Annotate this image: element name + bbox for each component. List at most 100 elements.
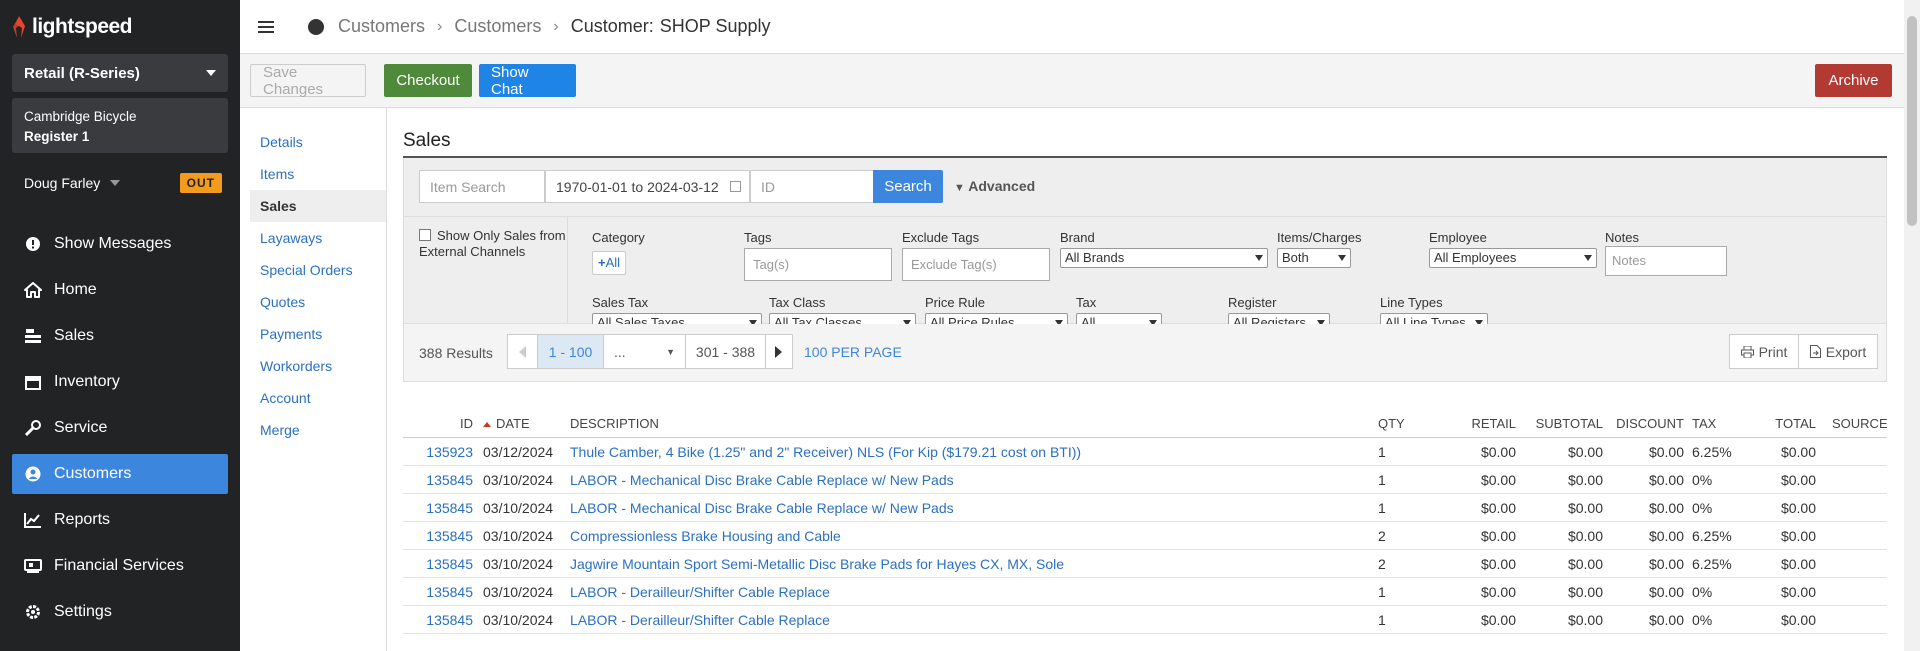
divider: [404, 216, 1886, 217]
subnav-workorders[interactable]: Workorders: [250, 350, 386, 382]
subnav-items[interactable]: Items: [250, 158, 386, 190]
col-tax[interactable]: TAX: [1684, 416, 1760, 431]
subnav-layaways[interactable]: Layaways: [250, 222, 386, 254]
nav-sales[interactable]: Sales: [12, 316, 228, 356]
print-button[interactable]: Print: [1729, 334, 1799, 369]
subnav-special-orders[interactable]: Special Orders: [250, 254, 386, 286]
cell-id[interactable]: 135845: [403, 528, 473, 544]
save-changes-button[interactable]: Save Changes: [250, 64, 366, 98]
cell-description[interactable]: LABOR - Mechanical Disc Brake Cable Repl…: [563, 500, 1368, 516]
scrollbar-thumb[interactable]: [1907, 16, 1917, 226]
subnav-quotes[interactable]: Quotes: [250, 286, 386, 318]
breadcrumb-current-customer: SHOP Supply: [659, 16, 771, 36]
exclude-tags-input[interactable]: Exclude Tag(s): [902, 248, 1050, 281]
cell-description[interactable]: Jagwire Mountain Sport Semi-Metallic Dis…: [563, 556, 1368, 572]
cell-date: 03/10/2024: [483, 471, 554, 488]
category-label: Category: [592, 230, 645, 245]
checkbox-box[interactable]: [419, 229, 431, 241]
table-row[interactable]: 135923 03/12/2024 Thule Camber, 4 Bike (1.…: [403, 438, 1887, 466]
table-row[interactable]: 135845 03/10/2024 Compressionless Brake Ho…: [403, 522, 1887, 550]
cell-id[interactable]: 135923: [403, 444, 473, 460]
nav-show-messages[interactable]: Show Messages: [12, 224, 228, 264]
breadcrumb-customers[interactable]: Customers: [338, 16, 425, 37]
subnav-payments[interactable]: Payments: [250, 318, 386, 350]
col-source[interactable]: SOURCE: [1816, 416, 1887, 431]
nav-customers[interactable]: Customers: [12, 454, 228, 494]
tags-input[interactable]: Tag(s): [744, 248, 892, 281]
cell-id[interactable]: 135845: [403, 556, 473, 572]
cell-description[interactable]: LABOR - Derailleur/Shifter Cable Replace: [563, 612, 1368, 628]
hamburger-menu-icon[interactable]: [258, 18, 274, 36]
employee-select[interactable]: All Employees: [1429, 248, 1597, 268]
user-menu[interactable]: Doug Farley OUT: [24, 172, 222, 194]
cell-subtotal: $0.00: [1567, 555, 1603, 572]
cell-id[interactable]: 135845: [403, 612, 473, 628]
archive-button[interactable]: Archive: [1815, 64, 1892, 97]
per-page-selector[interactable]: 100 PER PAGE: [804, 344, 902, 360]
cell-id[interactable]: 135845: [403, 584, 473, 600]
checkout-button[interactable]: Checkout: [384, 64, 472, 97]
export-button[interactable]: Export: [1798, 334, 1878, 369]
sales-tax-label: Sales Tax: [592, 295, 649, 310]
subnav-sales[interactable]: Sales: [250, 190, 386, 222]
cell-description[interactable]: Thule Camber, 4 Bike (1.25" and 2" Recei…: [563, 444, 1368, 460]
prev-page-button[interactable]: [508, 335, 538, 368]
col-discount[interactable]: DISCOUNT: [1603, 416, 1684, 431]
register-info[interactable]: Cambridge Bicycle Register 1: [12, 98, 228, 153]
table-row[interactable]: 135845 03/10/2024 Jagwire Mountain Sport S…: [403, 550, 1887, 578]
cell-description[interactable]: Compressionless Brake Housing and Cable: [563, 528, 1368, 544]
advanced-toggle[interactable]: ▼ Advanced: [954, 178, 1035, 194]
page-current[interactable]: 1 - 100: [538, 335, 604, 368]
table-row[interactable]: 135845 03/10/2024 LABOR - Mechanical Disc …: [403, 494, 1887, 522]
col-subtotal[interactable]: SUBTOTAL: [1516, 416, 1603, 431]
plus-icon: +: [598, 255, 606, 270]
table-row[interactable]: 135845 03/10/2024 LABOR - Derailleur/Shift…: [403, 606, 1887, 634]
page-select[interactable]: ... ▼: [604, 335, 686, 368]
store-selector[interactable]: Retail (R-Series): [12, 54, 228, 92]
table-row[interactable]: 135845 03/10/2024 LABOR - Derailleur/Shift…: [403, 578, 1887, 606]
col-qty[interactable]: QTY: [1368, 416, 1423, 431]
table-row[interactable]: 135845 03/10/2024 LABOR - Mechanical Disc …: [403, 466, 1887, 494]
id-search-input[interactable]: ID: [750, 170, 877, 203]
subnav-account[interactable]: Account: [250, 382, 386, 414]
breadcrumb-customers-list[interactable]: Customers: [454, 16, 541, 37]
col-retail[interactable]: RETAIL: [1423, 416, 1516, 431]
show-chat-button[interactable]: Show Chat: [479, 64, 576, 98]
tax-class-label: Tax Class: [769, 295, 826, 310]
next-page-button[interactable]: [766, 335, 792, 368]
nav-settings[interactable]: Settings: [12, 592, 228, 632]
subnav-merge[interactable]: Merge: [250, 414, 386, 446]
nav-home[interactable]: Home: [12, 270, 228, 310]
nav-label: Service: [54, 419, 108, 436]
nav-financial-services[interactable]: Financial Services: [12, 546, 228, 586]
notes-input[interactable]: Notes: [1605, 246, 1727, 276]
col-total[interactable]: TOTAL: [1760, 416, 1816, 431]
cell-id[interactable]: 135845: [403, 500, 473, 516]
cell-total: $0.00: [1780, 499, 1816, 516]
search-button[interactable]: Search: [873, 170, 943, 203]
clock-out-badge[interactable]: OUT: [179, 173, 222, 193]
cell-description[interactable]: LABOR - Mechanical Disc Brake Cable Repl…: [563, 472, 1368, 488]
notes-label: Notes: [1605, 230, 1639, 245]
subnav-details[interactable]: Details: [250, 126, 386, 158]
cell-subtotal: $0.00: [1567, 471, 1603, 488]
nav-service[interactable]: Service: [12, 408, 228, 448]
cell-description[interactable]: LABOR - Derailleur/Shifter Cable Replace: [563, 584, 1368, 600]
external-channels-checkbox[interactable]: Show Only Sales from External Channels: [419, 228, 569, 260]
cell-id[interactable]: 135845: [403, 472, 473, 488]
col-description[interactable]: DESCRIPTION: [563, 416, 1368, 431]
chart-line-icon: [24, 511, 42, 529]
page-last[interactable]: 301 - 388: [686, 335, 766, 368]
item-search-input[interactable]: Item Search: [419, 170, 545, 203]
nav-reports[interactable]: Reports: [12, 500, 228, 540]
date-range-input[interactable]: 1970-01-01 to 2024-03-12: [545, 170, 750, 203]
page-scrollbar[interactable]: [1904, 0, 1920, 651]
brand-select[interactable]: All Brands: [1060, 248, 1268, 268]
nav-inventory[interactable]: Inventory: [12, 362, 228, 402]
category-add-button[interactable]: +All: [592, 251, 627, 275]
items-charges-select[interactable]: Both: [1277, 248, 1351, 268]
register-label: Register: [1228, 295, 1277, 310]
lightspeed-logo[interactable]: lightspeed: [12, 14, 133, 40]
col-date[interactable]: DATE: [473, 416, 563, 431]
col-id[interactable]: ID: [403, 416, 473, 431]
